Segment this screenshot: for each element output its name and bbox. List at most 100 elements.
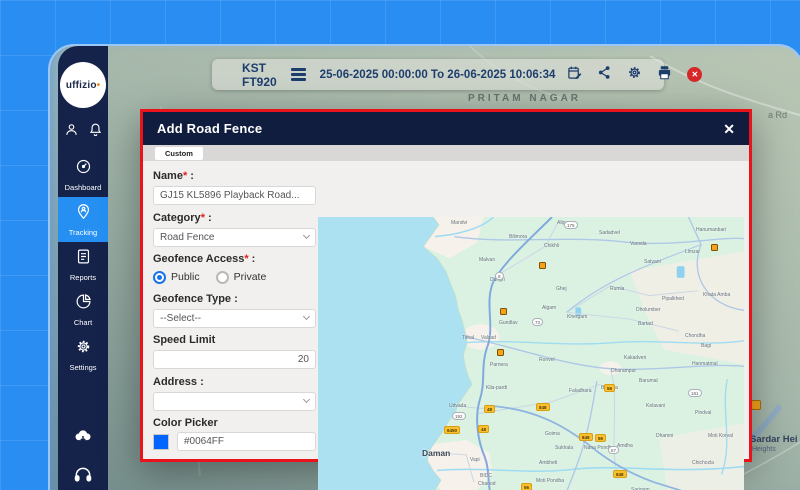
add-road-fence-modal: Add Road Fence ✕ Custom Name* : Category… (140, 109, 752, 462)
map-town-label: Kakadveri (624, 355, 646, 361)
highway-shield: 848 (579, 433, 593, 441)
modal-title: Add Road Fence (157, 121, 262, 136)
cloud-download-icon[interactable] (73, 426, 93, 451)
highway-shield: 56 (595, 434, 606, 442)
map-town-label: Nana Pondha (584, 445, 615, 451)
color-swatch[interactable] (153, 434, 169, 450)
highway-shield: 848 (613, 470, 627, 478)
sidebar-item-reports[interactable]: Reports (58, 242, 108, 287)
highway-shield: 56 (604, 384, 615, 392)
map-overlay-layer: MandviAliporSadadvelHanumanbariBilimoraV… (318, 217, 744, 490)
menu-icon[interactable] (291, 68, 306, 81)
geofence-type-select[interactable] (153, 309, 316, 328)
name-label: Name* : (153, 170, 316, 182)
map-town-label: Satvani (644, 259, 661, 265)
uffizio-logo[interactable]: uffizio• (60, 62, 106, 108)
map-town-label: Parnera (490, 362, 508, 368)
map-town-label: Chondha (685, 333, 705, 339)
map-town-label: Amdha (617, 443, 633, 449)
radio-public-label: Public (171, 271, 200, 283)
address-label: Address : (153, 376, 316, 388)
highway-shield: 175 (564, 221, 578, 229)
map-town-label: Malvan (479, 257, 495, 263)
map-town-label: Vapi (470, 457, 480, 463)
speed-limit-input[interactable] (153, 350, 316, 369)
close-icon[interactable]: ✕ (723, 122, 735, 136)
print-icon[interactable] (657, 65, 672, 85)
highway-shield: 848 (536, 403, 550, 411)
dashboard-icon (75, 158, 92, 180)
map-town-label: Vansda (630, 241, 647, 247)
sidebar-item-settings[interactable]: Settings (58, 332, 108, 377)
date-range[interactable]: 25-06-2025 00:00:00 To 26-06-2025 10:06:… (320, 69, 556, 81)
highway-shield: 56 (521, 483, 532, 490)
map-town-label: Hanumanbari (696, 227, 726, 233)
map-town-label: Mandvi (451, 220, 467, 226)
highway-shield: 48 (478, 425, 489, 433)
sidebar-item-label: Tracking (69, 228, 97, 237)
highway-shield: 57 (608, 446, 619, 454)
address-select[interactable] (153, 392, 316, 411)
map-town-label: Moti Korval (708, 433, 733, 439)
highway-shield: 181 (688, 389, 702, 397)
map-town-label: Ronvel (539, 357, 555, 363)
tab-custom[interactable]: Custom (155, 147, 203, 160)
color-hex-input[interactable] (177, 432, 316, 451)
modal-tabbar: Custom (143, 145, 749, 161)
map-town-label: Dungri (490, 277, 505, 283)
edit-calendar-icon[interactable] (567, 65, 582, 85)
color-picker-label: Color Picker (153, 417, 316, 429)
radio-private-label: Private (234, 271, 267, 283)
map-town-label: Pipalkhed (662, 296, 684, 302)
highway-shield: 6450 (444, 426, 460, 434)
tracking-pin-icon (75, 203, 92, 225)
map-town-label: Bardiya (601, 385, 618, 391)
fence-map[interactable]: MandviAliporSadadvelHanumanbariBilimoraV… (318, 217, 744, 490)
map-town-label: Pindval (695, 410, 711, 416)
report-icon (75, 248, 92, 270)
vehicle-name[interactable]: KST FT920 (242, 61, 277, 89)
map-town-label: Chichozla (692, 460, 714, 466)
map-town-label: Limzar (685, 249, 700, 255)
map-town-label: Khergam (567, 314, 587, 320)
logo-dot: • (97, 80, 101, 91)
sidebar-item-tracking[interactable]: Tracking (58, 197, 108, 242)
name-input[interactable] (153, 186, 316, 205)
bg-area-label: PRITAM NAGAR (468, 93, 581, 104)
map-town-label: Ambheti (539, 460, 557, 466)
sidebar-item-dashboard[interactable]: Dashboard (58, 152, 108, 197)
modal-body: Name* : Category* : Geofence Access* : P… (143, 161, 749, 459)
logo-text: uffizio (66, 80, 97, 91)
sidebar-item-label: Chart (74, 318, 92, 327)
settings-gear-icon[interactable] (627, 65, 642, 85)
bg-road-label: a Rd (768, 110, 787, 120)
user-icon[interactable] (64, 122, 79, 142)
map-town-label: Moti Pondha (536, 478, 564, 484)
vehicle-marker (711, 244, 718, 251)
stop-playback-icon[interactable]: ✕ (687, 67, 702, 82)
vehicle-marker (497, 349, 504, 356)
bg-place-sublabel: Heights (752, 446, 776, 453)
radio-private[interactable]: Private (216, 271, 267, 284)
radio-selected-icon (153, 271, 166, 284)
highway-shield: 48 (484, 405, 495, 413)
highway-shield: 192 (452, 412, 466, 420)
geofence-access-label: Geofence Access* : (153, 253, 316, 265)
share-icon[interactable] (597, 65, 612, 85)
sidebar-item-chart[interactable]: Chart (58, 287, 108, 332)
bell-icon[interactable] (88, 122, 103, 142)
headset-icon[interactable] (73, 465, 93, 490)
playback-toolbar: KST FT920 25-06-2025 00:00:00 To 26-06-2… (212, 59, 664, 90)
radio-public[interactable]: Public (153, 271, 200, 284)
vehicle-marker (500, 308, 507, 315)
map-town-label: Goima (545, 431, 560, 437)
map-town-label: Bagi (701, 343, 711, 349)
map-town-label: Algam (542, 305, 556, 311)
map-town-label: Valsad (481, 335, 496, 341)
map-town-label: Bartad (638, 321, 653, 327)
category-select[interactable] (153, 228, 316, 247)
bg-place-label: Sardar Hei (750, 434, 798, 445)
map-town-label: Ghej (556, 286, 567, 292)
map-town-label: Bilimora (509, 234, 527, 240)
pie-chart-icon (75, 293, 92, 315)
